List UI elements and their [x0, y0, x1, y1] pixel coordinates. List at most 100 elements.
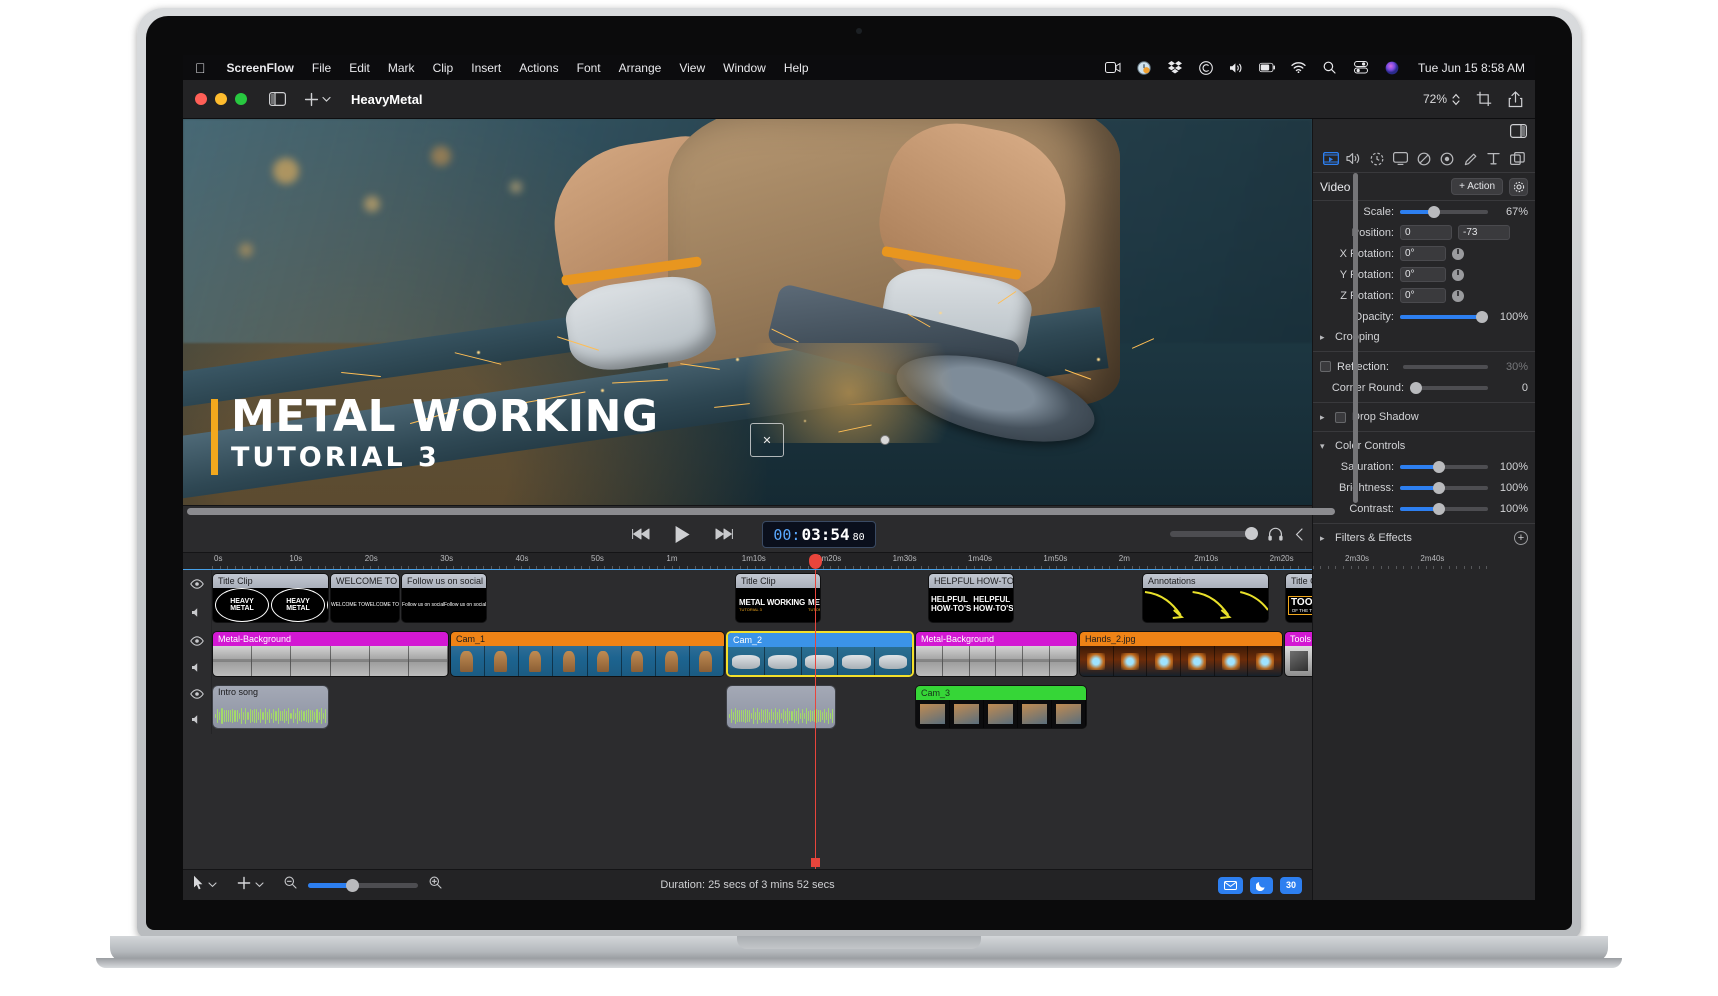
timecode-display[interactable]: 00: 03:54 80 — [762, 521, 875, 548]
menu-file[interactable]: File — [303, 61, 340, 75]
position-x-field[interactable]: 0 — [1400, 225, 1452, 240]
add-icon[interactable] — [304, 92, 331, 107]
headphones-icon[interactable] — [1268, 527, 1283, 541]
position-row[interactable]: Position: 0 -73 — [1313, 222, 1535, 243]
timeline-clip[interactable]: Title ClipHEAVYMETALHEAVYMETALHEAVYMETAL — [212, 573, 329, 623]
timeline-clip[interactable]: Metal-Background — [212, 631, 449, 677]
y-rotation-dial[interactable] — [1452, 269, 1464, 281]
volume-icon[interactable] — [1228, 61, 1245, 75]
track-3-audio[interactable]: Intro song Cam_3 — [183, 682, 1312, 734]
volume-knob[interactable] — [1245, 527, 1258, 540]
maximize-button[interactable] — [235, 93, 247, 105]
close-button[interactable] — [195, 93, 207, 105]
add-filter-icon[interactable]: + — [1514, 531, 1528, 545]
timeline-clip[interactable]: Title ClipTOOLSOF THE TRADETOOLSOF THE T… — [1285, 573, 1312, 623]
track-visibility-icon[interactable] — [190, 576, 204, 594]
corner-round-row[interactable]: Corner Round: 0 — [1313, 377, 1535, 398]
y-rotation-row[interactable]: Y Rotation: 0° — [1313, 264, 1535, 285]
text-tab[interactable] — [1484, 149, 1504, 169]
contrast-slider[interactable] — [1400, 507, 1488, 511]
timeline-clip[interactable]: Tools — [1284, 631, 1312, 677]
zoom-slider-knob[interactable] — [346, 879, 359, 892]
timeline-clip[interactable]: Cam_2 — [726, 631, 914, 677]
cropping-disclosure[interactable]: ▸ Cropping — [1313, 327, 1535, 347]
timeline[interactable]: 0s10s20s30s40s50s1m1m10s1m20s1m30s1m40s1… — [183, 553, 1312, 869]
menu-actions[interactable]: Actions — [510, 61, 567, 75]
media-tab[interactable] — [1507, 149, 1527, 169]
timeline-clip[interactable] — [726, 685, 836, 729]
opacity-slider[interactable] — [1400, 315, 1488, 319]
zoom-out-icon[interactable] — [284, 876, 297, 894]
track-body[interactable]: Metal-BackgroundCam_1Cam_2Metal-Backgrou… — [212, 628, 1312, 682]
reflection-slider[interactable] — [1403, 365, 1488, 369]
x-rotation-field[interactable]: 0° — [1400, 246, 1446, 261]
share-icon[interactable] — [1508, 91, 1523, 108]
timeline-tracks[interactable]: Title ClipHEAVYMETALHEAVYMETALHEAVYMETAL… — [183, 570, 1312, 869]
brightness-slider[interactable] — [1400, 486, 1488, 490]
envelope-icon[interactable] — [1218, 877, 1243, 894]
pointer-icon[interactable] — [193, 875, 204, 895]
y-rotation-field[interactable]: 0° — [1400, 267, 1446, 282]
screen-recording-tab[interactable] — [1391, 149, 1411, 169]
ruler-playhead-marker[interactable] — [809, 554, 822, 569]
preview-canvas[interactable]: METAL WORKING TUTORIAL 3 ✕ — [183, 119, 1312, 505]
x-rotation-row[interactable]: X Rotation: 0° — [1313, 243, 1535, 264]
minimize-button[interactable] — [215, 93, 227, 105]
zoom-in-icon[interactable] — [429, 876, 442, 894]
saturation-row[interactable]: Saturation: 100% — [1313, 456, 1535, 477]
scale-row[interactable]: Scale: 67% — [1313, 201, 1535, 222]
track-body[interactable]: Title ClipHEAVYMETALHEAVYMETALHEAVYMETAL… — [212, 570, 1312, 628]
add-action-button[interactable]: + Action — [1451, 178, 1503, 195]
audio-tab[interactable] — [1344, 149, 1364, 169]
video-motion-tab[interactable] — [1367, 149, 1387, 169]
menu-view[interactable]: View — [670, 61, 714, 75]
annotations-tab[interactable] — [1461, 149, 1481, 169]
pointer-tool-group[interactable] — [193, 875, 217, 895]
reflection-row[interactable]: Reflection: 30% — [1313, 356, 1535, 377]
creative-cloud-icon[interactable] — [1197, 61, 1214, 75]
filters-effects-disclosure[interactable]: ▸ Filters & Effects + — [1313, 528, 1535, 548]
track-body[interactable]: Intro song Cam_3 — [212, 682, 1312, 734]
battery-icon[interactable] — [1259, 61, 1276, 75]
menu-screenflow[interactable]: ScreenFlow — [218, 61, 303, 75]
timeline-clip[interactable]: WELCOME TO THEWELCOME TO THE SHOWWELCOME… — [330, 573, 400, 623]
scale-slider[interactable] — [1400, 210, 1488, 214]
timeline-ruler[interactable]: 0s10s20s30s40s50s1m1m10s1m20s1m30s1m40s1… — [183, 553, 1312, 570]
control-center-icon[interactable] — [1352, 61, 1369, 75]
skip-back-icon[interactable] — [631, 528, 650, 540]
time-machine-icon[interactable] — [1135, 61, 1152, 75]
volume-slider[interactable] — [1170, 531, 1256, 537]
playhead[interactable] — [815, 570, 816, 869]
track-mute-icon[interactable] — [191, 660, 203, 678]
track-mute-icon[interactable] — [191, 605, 203, 623]
timeline-clip[interactable]: Intro song — [212, 685, 329, 729]
search-icon[interactable] — [1321, 61, 1338, 75]
track-2-video[interactable]: Metal-BackgroundCam_1Cam_2Metal-Backgrou… — [183, 628, 1312, 682]
callout-tab[interactable] — [1414, 149, 1434, 169]
video-tab[interactable] — [1321, 149, 1341, 169]
color-controls-disclosure[interactable]: ▾ Color Controls — [1313, 436, 1535, 456]
canvas-resize-handle[interactable] — [880, 435, 890, 445]
timeline-zoom-group[interactable] — [284, 876, 442, 894]
z-rotation-dial[interactable] — [1452, 290, 1464, 302]
sidebar-toggle-icon[interactable] — [269, 92, 286, 106]
menu-arrange[interactable]: Arrange — [610, 61, 671, 75]
timeline-clip[interactable]: Cam_3 — [915, 685, 1087, 729]
menu-edit[interactable]: Edit — [340, 61, 379, 75]
canvas-horizontal-scrollbar[interactable] — [183, 505, 1312, 516]
zoom-level-stepper[interactable]: 72% — [1423, 92, 1460, 106]
track-visibility-icon[interactable] — [190, 686, 204, 704]
x-rotation-dial[interactable] — [1452, 248, 1464, 260]
timeline-clip[interactable]: Follow us on social mFollow us on social… — [401, 573, 487, 623]
timeline-clip[interactable]: Annotations — [1142, 573, 1269, 623]
moon-icon[interactable] — [1250, 877, 1273, 894]
scrollbar-thumb[interactable] — [187, 508, 1335, 515]
track-1-titles[interactable]: Title ClipHEAVYMETALHEAVYMETALHEAVYMETAL… — [183, 570, 1312, 628]
screen-recording-icon[interactable] — [1104, 61, 1121, 75]
apple-logo-icon[interactable]:  — [195, 61, 206, 75]
skip-forward-icon[interactable] — [715, 528, 734, 540]
timeline-clip[interactable]: Cam_1 — [450, 631, 725, 677]
play-icon[interactable] — [674, 525, 691, 544]
frame-rate-badge[interactable]: 30 — [1280, 877, 1302, 894]
menu-clip[interactable]: Clip — [424, 61, 463, 75]
